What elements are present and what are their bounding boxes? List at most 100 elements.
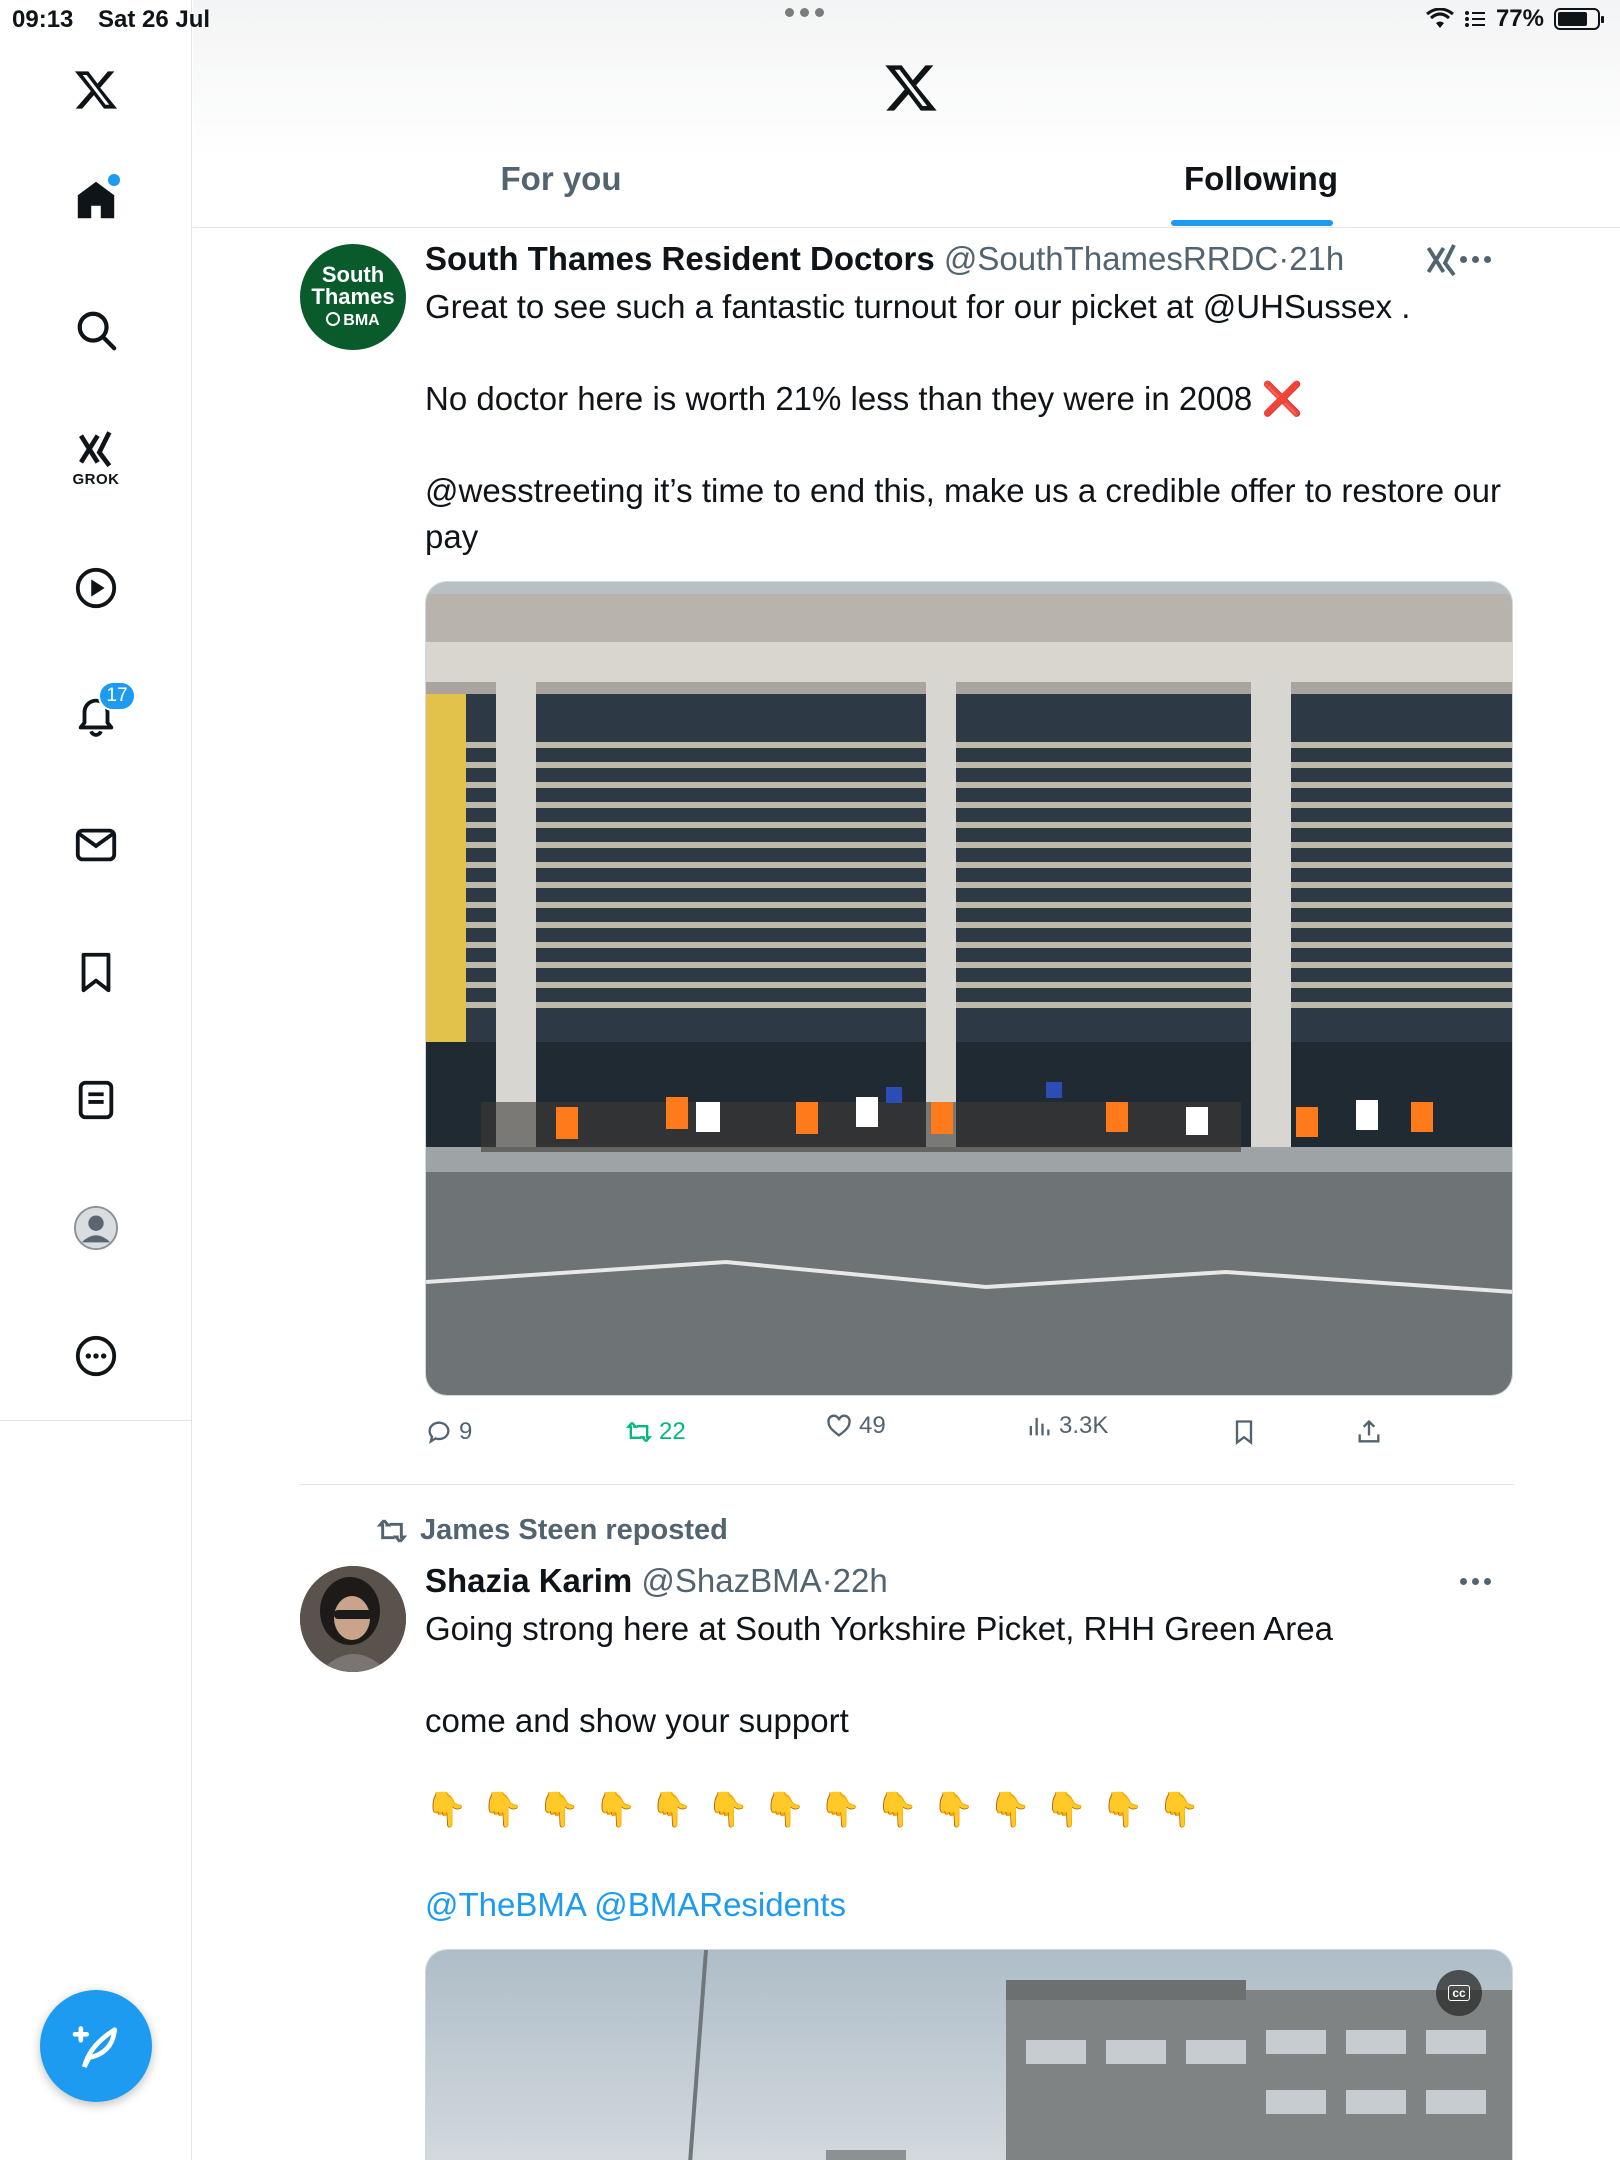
pointing-down-emoji: 👇: [706, 1791, 750, 1829]
sidebar: GROK 17: [0, 0, 192, 2160]
repost-context[interactable]: James Steen reposted: [376, 1514, 728, 1547]
pointing-down-emoji: 👇: [875, 1791, 919, 1829]
author-handle[interactable]: @ShazBMA: [641, 1562, 821, 1599]
notifications-badge: 17: [98, 681, 136, 711]
grok-icon[interactable]: [1424, 242, 1460, 278]
tweet-video[interactable]: cc: [425, 1949, 1513, 2160]
like-count: 49: [859, 1412, 886, 1439]
reply-icon: [428, 1421, 450, 1444]
tweet-header: Shazia Karim @ShazBMA·22h: [425, 1562, 888, 1600]
tweet-text: Going strong here at South Yorkshire Pic…: [425, 1610, 1333, 1739]
pointing-down-emoji: 👇: [1157, 1791, 1200, 1829]
tweet-time[interactable]: 21h: [1289, 240, 1344, 277]
share-icon: [1358, 1419, 1380, 1443]
sidebar-item-lists[interactable]: [56, 1060, 136, 1140]
pointing-down-emoji: 👇: [932, 1791, 975, 1829]
heart-icon: [827, 1414, 851, 1437]
more-circle-icon: [75, 1335, 117, 1377]
bookmark-icon: [1235, 1420, 1253, 1445]
sidebar-item-notifications[interactable]: 17: [56, 675, 136, 755]
status-right: 77%: [1426, 5, 1604, 33]
compose-post-button[interactable]: [40, 1990, 152, 2102]
tab-following[interactable]: Following: [1161, 160, 1361, 198]
x-logo-icon[interactable]: [883, 60, 939, 116]
sidebar-item-profile[interactable]: [56, 1188, 136, 1268]
x-logo-icon[interactable]: [56, 50, 136, 130]
reply-button[interactable]: 9: [425, 1418, 472, 1446]
compose-feather-icon: [72, 2026, 117, 2069]
share-button[interactable]: [1355, 1418, 1383, 1446]
pointing-down-emoji: 👇: [1044, 1791, 1088, 1829]
tweet-header: South Thames Resident Doctors @SouthTham…: [425, 240, 1344, 278]
battery-icon: [1554, 8, 1604, 30]
repost-icon: [376, 1518, 408, 1543]
author-handle[interactable]: @SouthThamesRRDC: [944, 240, 1278, 277]
repost-button[interactable]: 22: [625, 1418, 686, 1446]
tweet[interactable]: Shazia Karim @ShazBMA·22h Going strong h…: [300, 1562, 1514, 2160]
tab-for-you[interactable]: For you: [481, 160, 641, 198]
pointing-down-emoji: 👇: [650, 1791, 693, 1829]
sidebar-item-home[interactable]: [56, 160, 136, 240]
search-icon: [77, 311, 117, 351]
home-unread-dot: [108, 174, 120, 186]
list-icon: [78, 1080, 114, 1120]
picket-photo-image: [426, 582, 1512, 1395]
author-name[interactable]: South Thames Resident Doctors: [425, 240, 935, 277]
pointing-down-emoji-row: 👇 👇 👇 👇 👇 👇 👇 👇 👇 👇 👇 👇 👇 👇: [425, 1790, 1200, 1830]
sidebar-item-grok[interactable]: GROK: [56, 418, 136, 498]
more-options-icon[interactable]: [1460, 1578, 1496, 1588]
analytics-icon: [1029, 1417, 1050, 1436]
sidebar-item-video[interactable]: [56, 548, 136, 628]
video-thumbnail-image: [426, 1950, 1512, 2160]
avatar-text-line: Thames: [311, 284, 395, 309]
status-date: Sat 26 Jul: [98, 6, 211, 33]
avatar[interactable]: South Thames BMA: [300, 244, 406, 350]
reposted-by-label: James Steen reposted: [420, 1514, 728, 1546]
like-button[interactable]: 49: [825, 1412, 886, 1440]
battery-percent: 77%: [1495, 5, 1544, 32]
tweet-time[interactable]: 22h: [833, 1562, 888, 1599]
cc-icon: cc: [1448, 1985, 1470, 2001]
tweet-photo[interactable]: [425, 581, 1513, 1396]
author-name[interactable]: Shazia Karim: [425, 1562, 632, 1599]
tweet[interactable]: South Thames BMA South Thames Resident D…: [300, 240, 1514, 1460]
sidebar-item-search[interactable]: [56, 290, 136, 370]
status-time: 09:13: [12, 6, 74, 33]
views-button[interactable]: 3.3K: [1025, 1412, 1108, 1440]
sidebar-item-bookmarks[interactable]: [56, 932, 136, 1012]
avatar-text-line: BMA: [326, 312, 380, 330]
mail-icon: [75, 828, 117, 862]
focus-list-icon: [1464, 11, 1485, 27]
pointing-down-emoji: 👇: [594, 1791, 637, 1829]
mention-link[interactable]: @UHSussex: [1203, 288, 1392, 325]
cross-mark-emoji: ❌: [1261, 380, 1303, 417]
repost-count: 22: [659, 1418, 686, 1445]
tweet-actions: 9 22 49 3.3K: [425, 1412, 1425, 1458]
closed-captions-button[interactable]: cc: [1436, 1970, 1482, 2016]
sidebar-item-more[interactable]: [56, 1316, 136, 1396]
pointing-down-emoji: 👇: [763, 1791, 806, 1829]
more-options-icon[interactable]: [1460, 256, 1496, 266]
tweet-divider: [300, 1484, 1514, 1485]
pointing-down-emoji: 👇: [988, 1791, 1031, 1829]
view-count: 3.3K: [1059, 1412, 1109, 1439]
mention-links[interactable]: @TheBMA @BMAResidents: [425, 1882, 1515, 1928]
profile-avatar-icon: [73, 1205, 119, 1251]
pointing-down-emoji: 👇: [1101, 1791, 1144, 1829]
grok-icon: [79, 430, 112, 467]
separator-dot: ·: [821, 1562, 833, 1599]
multitasking-dots[interactable]: [785, 8, 835, 24]
repost-icon: [625, 1421, 653, 1443]
bookmark-icon: [81, 952, 111, 993]
avatar-photo: [300, 1566, 406, 1672]
avatar[interactable]: [300, 1566, 406, 1672]
tweet-text: Great to see such a fantastic turnout fo…: [425, 288, 1501, 555]
bookmark-button[interactable]: [1230, 1418, 1258, 1446]
pointing-down-emoji: 👇: [425, 1791, 468, 1829]
status-bar: 09:13 Sat 26 Jul 77%: [0, 0, 1620, 40]
pointing-down-emoji: 👇: [819, 1791, 862, 1829]
sidebar-item-messages[interactable]: [56, 805, 136, 885]
active-tab-indicator: [1171, 220, 1333, 226]
separator-dot: ·: [1278, 240, 1290, 277]
pointing-down-emoji: 👇: [537, 1791, 581, 1829]
